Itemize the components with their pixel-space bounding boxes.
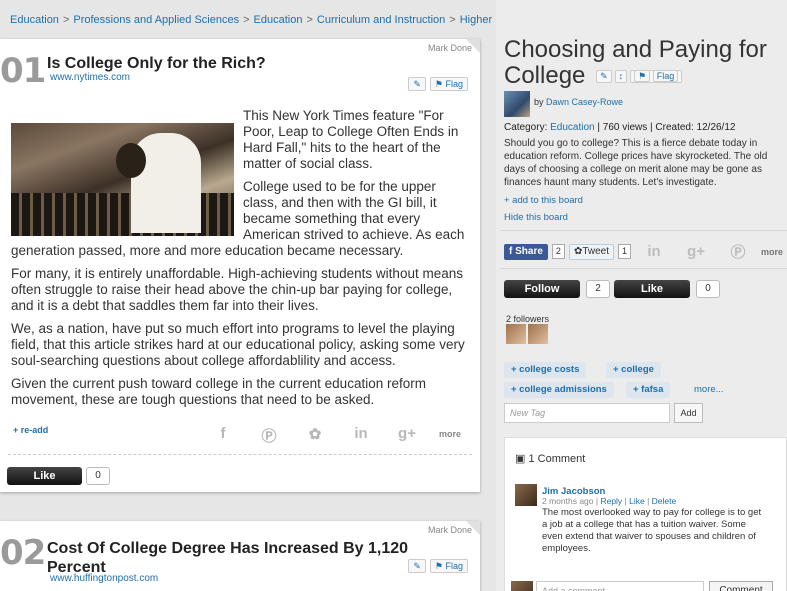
post-title[interactable]: Cost Of College Degree Has Increased By … <box>47 539 427 577</box>
flag-button[interactable]: ⚑ Flag <box>429 559 468 573</box>
mark-done-button[interactable]: Mark Done <box>428 43 472 53</box>
hide-board-link[interactable]: Hide this board <box>504 212 568 223</box>
comment-icon: ▣ <box>515 453 526 465</box>
comment-like-link[interactable]: Like <box>629 496 645 506</box>
add-tag-button[interactable]: Add <box>674 403 703 423</box>
tag-college-costs[interactable]: + college costs <box>504 362 587 378</box>
post-body: This New York Times feature "For Poor, L… <box>11 108 466 415</box>
divider <box>8 454 472 455</box>
post-source-link[interactable]: www.huffingtonpost.com <box>50 573 158 584</box>
delete-link[interactable]: Delete <box>652 496 677 506</box>
tag-college-admissions[interactable]: + college admissions <box>504 382 614 398</box>
share-icons: f Ⓟ ✿ in g+ more <box>200 425 470 446</box>
board-title: Choosing and Paying for College ✎ ↕ ⚑ Fl… <box>504 36 767 89</box>
comments-box: ▣ 1 Comment Jim Jacobson 2 months ago | … <box>504 437 787 591</box>
readd-link[interactable]: + re-add <box>13 425 48 435</box>
breadcrumb: Education > Professions and Applied Scienc… <box>10 14 544 26</box>
more-tags-link[interactable]: more... <box>694 384 724 395</box>
follow-button[interactable]: Follow <box>504 280 580 298</box>
follower-avatar[interactable] <box>506 324 526 344</box>
post-paragraph: We, as a nation, have put so much effort… <box>11 321 465 368</box>
pinterest-icon[interactable]: Ⓟ <box>719 241 757 262</box>
post-title[interactable]: Is College Only for the Rich? <box>47 54 266 73</box>
pinterest-icon[interactable]: Ⓟ <box>246 425 292 446</box>
category-link[interactable]: Education <box>550 122 594 133</box>
tweet-count: 1 <box>618 244 632 259</box>
breadcrumb-item[interactable]: Curriculum and Instruction <box>317 14 445 26</box>
reply-link[interactable]: Reply <box>600 496 622 506</box>
post-number: 02 <box>0 533 46 573</box>
facebook-icon[interactable]: f <box>200 425 246 446</box>
more-share-link[interactable]: more <box>761 247 783 257</box>
comments-header: ▣ 1 Comment <box>515 453 586 465</box>
share-count: 2 <box>551 244 565 259</box>
like-button[interactable]: Like <box>614 280 690 298</box>
avatar <box>511 581 533 591</box>
follow-count: 2 <box>586 280 610 298</box>
flag-button[interactable]: ⚑ Flag <box>630 70 683 84</box>
like-count: 0 <box>696 280 720 298</box>
post-number: 01 <box>0 51 46 91</box>
board-description: Should you go to college? This is a fier… <box>504 138 768 188</box>
add-to-board-link[interactable]: + add to this board <box>504 195 583 206</box>
linkedin-icon[interactable]: in <box>635 243 673 260</box>
board-sidebar: Choosing and Paying for College ✎ ↕ ⚑ Fl… <box>496 0 787 591</box>
follow-group: Follow 2 <box>504 280 610 298</box>
post-paragraph: Given the current push toward college in… <box>11 376 426 407</box>
googleplus-icon[interactable]: g+ <box>677 243 715 260</box>
flag-button[interactable]: ⚑ Flag <box>429 77 468 91</box>
new-tag-input[interactable]: New Tag <box>504 403 670 423</box>
facebook-share-button[interactable]: f Share <box>504 243 548 260</box>
post-paragraph: For many, it is entirely unaffordable. H… <box>11 266 463 313</box>
comment-submit-button[interactable]: Comment <box>709 581 773 591</box>
follower-avatar[interactable] <box>528 324 548 344</box>
author-link[interactable]: Dawn Casey-Rowe <box>546 97 623 107</box>
breadcrumb-item[interactable]: Education <box>10 14 59 26</box>
post-card: Mark Done 01 Is College Only for the Ric… <box>0 39 480 492</box>
flag-icon: ⚑ <box>434 79 443 89</box>
post-source-link[interactable]: www.nytimes.com <box>50 72 130 83</box>
twitter-icon[interactable]: ✿ <box>292 425 338 446</box>
like-row: Like 0 <box>7 467 110 485</box>
avatar[interactable] <box>515 484 537 506</box>
more-share-link[interactable]: more <box>430 425 470 446</box>
share-bar: f Share 2 ✿Tweet 1 in g+ Ⓟ more <box>504 241 783 262</box>
move-icon[interactable]: ↕ <box>614 70 628 84</box>
edit-icon[interactable]: ✎ <box>596 70 612 84</box>
breadcrumb-item[interactable]: Professions and Applied Sciences <box>73 14 239 26</box>
post-tools: ✎ ⚑ Flag <box>408 77 468 91</box>
tag-college[interactable]: + college <box>606 362 661 378</box>
facebook-icon: f <box>509 245 513 257</box>
followers-label: 2 followers <box>506 314 550 324</box>
board-author: by Dawn Casey-Rowe <box>534 97 624 107</box>
like-count: 0 <box>86 467 110 485</box>
board-like-group: Like 0 <box>614 280 720 298</box>
comment-meta: 2 months ago | Reply | Like | Delete <box>542 496 677 506</box>
board-meta: Category: Education | 760 views | Create… <box>504 122 736 133</box>
comment-text: The most overlooked way to pay for colle… <box>542 507 762 554</box>
edit-icon[interactable]: ✎ <box>408 559 426 573</box>
post-card: Mark Done 02 Cost Of College Degree Has … <box>0 521 480 591</box>
tag-fafsa[interactable]: + fafsa <box>626 382 671 398</box>
flag-icon: ⚑ <box>634 70 651 83</box>
googleplus-icon[interactable]: g+ <box>384 425 430 446</box>
breadcrumb-item[interactable]: Education <box>254 14 303 26</box>
post-tools: ✎ ⚑ Flag <box>408 559 468 573</box>
mark-done-button[interactable]: Mark Done <box>428 525 472 535</box>
tweet-button[interactable]: ✿Tweet <box>568 243 615 260</box>
comment-input[interactable]: Add a comment... <box>536 581 704 591</box>
like-button[interactable]: Like <box>7 467 82 485</box>
avatar[interactable] <box>504 91 530 117</box>
flag-icon: ⚑ <box>434 561 443 571</box>
edit-icon[interactable]: ✎ <box>408 77 426 91</box>
linkedin-icon[interactable]: in <box>338 425 384 446</box>
